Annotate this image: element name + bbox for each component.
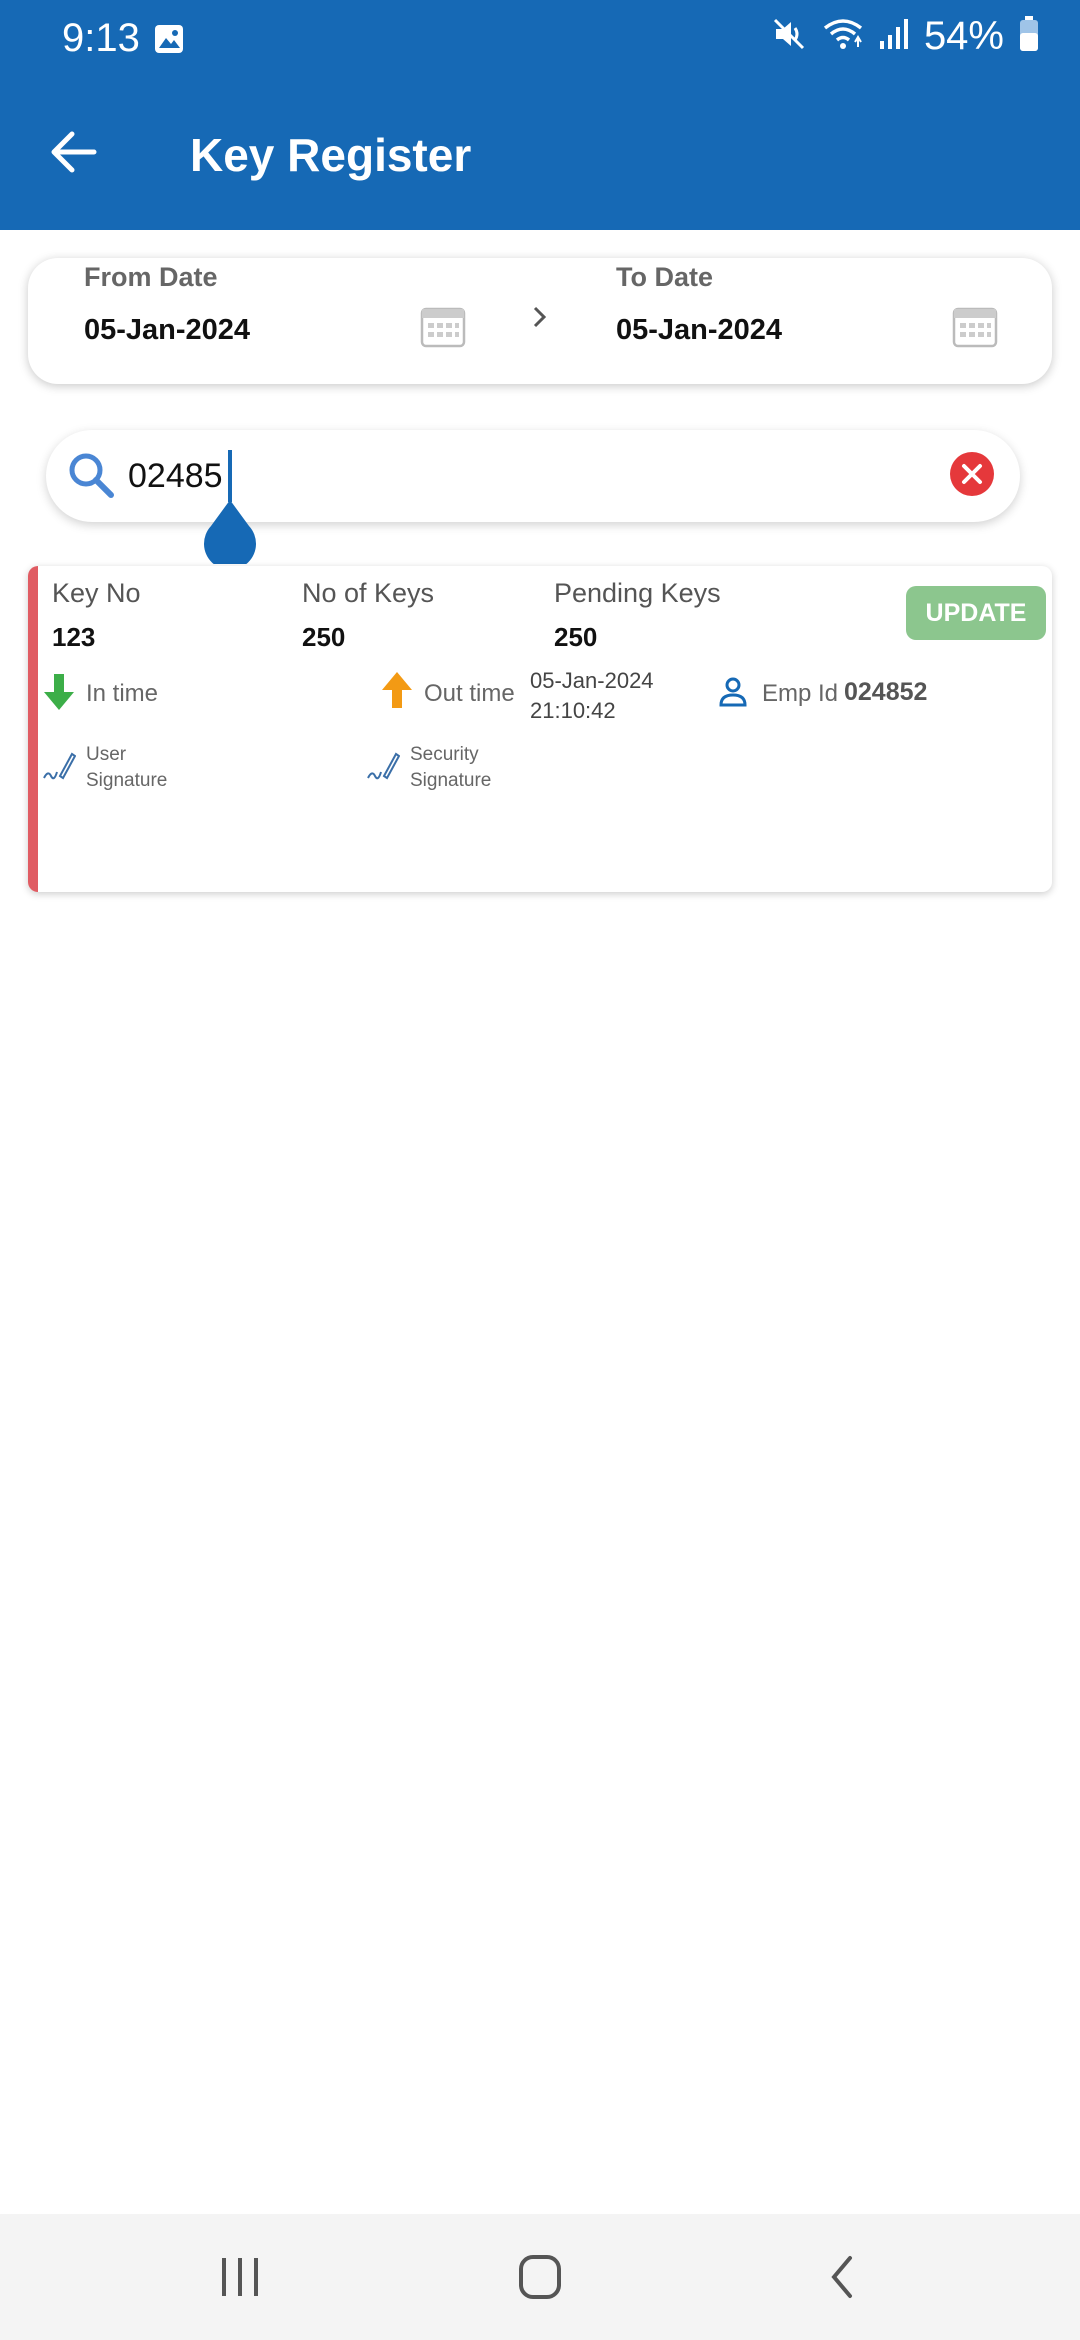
user-signature-label: User Signature <box>86 744 168 791</box>
home-icon <box>519 2255 561 2299</box>
no-of-keys-label: No of Keys <box>302 578 435 608</box>
no-of-keys-value: 250 <box>302 622 346 652</box>
cursor-handle[interactable] <box>203 500 257 570</box>
from-date-label: From Date <box>84 262 218 292</box>
from-date-value: 05-Jan-2024 <box>84 314 251 346</box>
recent-apps-button[interactable] <box>210 2252 270 2302</box>
out-time-label: Out time <box>424 680 515 707</box>
arrow-up-icon <box>380 670 414 715</box>
arrow-down-icon <box>42 672 76 717</box>
emp-id-label: Emp Id <box>762 680 839 707</box>
gallery-icon <box>154 24 184 59</box>
back-button[interactable] <box>44 122 104 182</box>
battery-percent: 54% <box>923 14 1004 58</box>
signature-icon <box>42 748 77 789</box>
person-icon <box>718 676 748 713</box>
pending-keys-value: 250 <box>554 622 598 652</box>
recent-apps-icon <box>222 2258 258 2296</box>
calendar-icon[interactable] <box>952 304 998 353</box>
key-record-card[interactable]: Key No 123 No of Keys 250 Pending Keys 2… <box>28 566 1052 892</box>
key-no-label: Key No <box>52 578 141 608</box>
arrow-left-icon <box>51 131 97 173</box>
in-time-label: In time <box>86 680 159 707</box>
search-icon <box>66 450 116 505</box>
search-bar <box>46 430 1020 522</box>
to-date-label: To Date <box>616 262 714 292</box>
chevron-right-icon <box>528 302 552 337</box>
app-bar: Key Register <box>0 80 1080 230</box>
close-icon <box>962 464 982 484</box>
wifi-icon <box>822 16 864 57</box>
chevron-left-icon <box>831 2256 852 2298</box>
status-bar: 9:13 54% <box>0 0 1080 80</box>
calendar-icon[interactable] <box>420 304 466 353</box>
to-date-value: 05-Jan-2024 <box>616 314 783 346</box>
clear-search-button[interactable] <box>950 452 994 496</box>
out-time: 21:10:42 <box>530 698 616 723</box>
pending-keys-label: Pending Keys <box>554 578 721 608</box>
emp-id-value: 024852 <box>844 678 928 706</box>
update-button[interactable]: UPDATE <box>906 586 1046 640</box>
system-back-button[interactable] <box>814 2252 874 2302</box>
page-title: Key Register <box>190 129 472 181</box>
system-nav-bar <box>0 2214 1080 2340</box>
out-time-value: 05-Jan-2024 21:10:42 <box>530 666 654 726</box>
home-button[interactable] <box>510 2252 570 2302</box>
search-input[interactable] <box>128 446 888 506</box>
signature-icon <box>366 748 401 789</box>
date-range-card: From Date 05-Jan-2024 To Date 05-Jan-202… <box>28 258 1052 384</box>
security-signature-label: Security Signature <box>410 744 492 791</box>
status-time: 9:13 <box>62 16 140 60</box>
battery-icon <box>1018 15 1040 58</box>
text-cursor <box>228 450 232 502</box>
signal-icon <box>878 17 910 56</box>
card-status-stripe <box>28 566 38 892</box>
key-no-value: 123 <box>52 622 96 652</box>
status-icons: 54% <box>772 14 1040 59</box>
mute-icon <box>772 16 808 57</box>
out-date: 05-Jan-2024 <box>530 668 654 693</box>
